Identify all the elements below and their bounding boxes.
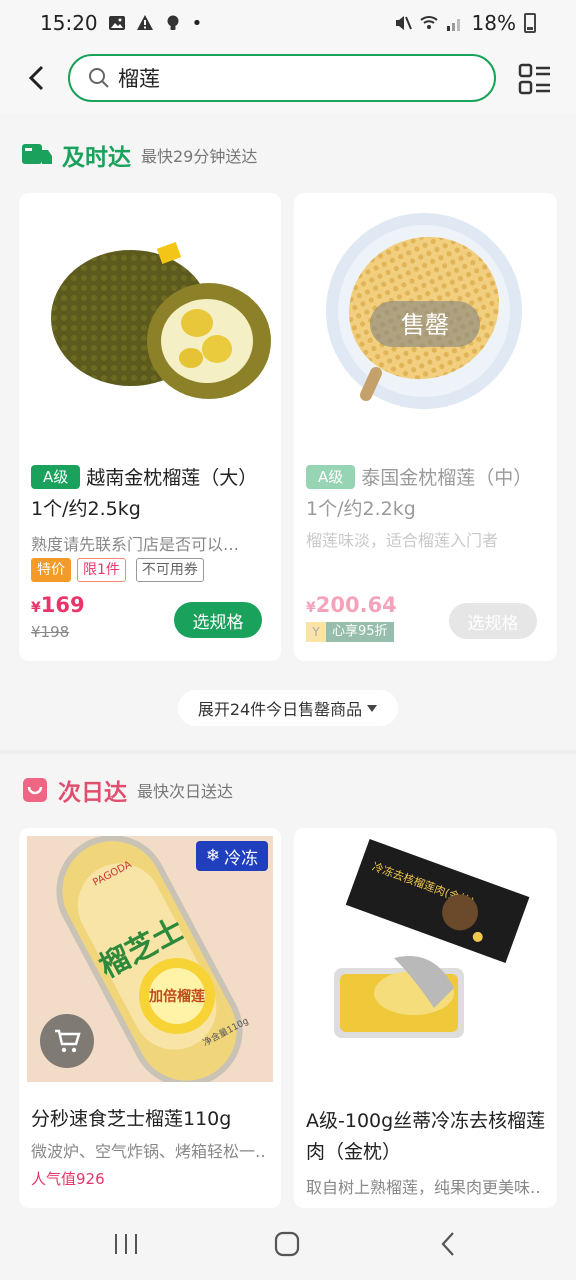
section-title: 次日达 — [58, 780, 127, 806]
product-card[interactable]: 榴芝士 加倍榴莲 净含量110g PAGODA ❄ 冷冻 分秒速食芝士榴莲110g… — [19, 828, 281, 1208]
product-desc: 微波炉、空气炸锅、烤箱轻松一… — [31, 1142, 267, 1161]
product-card[interactable]: 售罄 A级 泰国金枕榴莲（中） 1个/约2.2kg 榴莲味淡，适合榴莲入门者 ¥2… — [294, 193, 557, 661]
caret-down-icon — [367, 705, 378, 712]
status-bar: 15:20 • 18% — [0, 0, 576, 46]
same-day-section-header: 及时达 最快29分钟送达 — [20, 138, 257, 172]
select-spec-button[interactable]: 选规格 — [449, 603, 537, 639]
mute-icon — [395, 16, 412, 30]
next-day-section-header: 次日达 最快次日送达 — [20, 773, 233, 807]
warning-icon — [136, 15, 153, 30]
select-spec-button[interactable]: 选规格 — [174, 602, 262, 638]
product-desc: 榴莲味淡，适合榴莲入门者 — [306, 531, 499, 550]
member-discount-badge: Y 心享95折 — [306, 622, 394, 642]
battery-icon — [524, 13, 536, 33]
section-subtitle: 最快次日送达 — [137, 782, 234, 801]
special-price-tag: 特价 — [31, 558, 71, 582]
search-input[interactable] — [118, 66, 458, 90]
back-button[interactable] — [18, 60, 54, 96]
member-icon: Y — [306, 622, 326, 642]
product-title: A级 越南金枕榴莲（大） 1个/约2.5kg — [31, 463, 271, 525]
expand-label: 展开24件今日售罄商品 — [197, 700, 363, 719]
dot-icon: • — [191, 12, 203, 34]
limit-tag: 限1件 — [77, 558, 126, 582]
delivery-truck-icon — [22, 144, 52, 164]
product-price: ¥200.64 — [306, 593, 397, 617]
wifi-icon — [419, 16, 438, 29]
product-image: 售罄 — [326, 213, 522, 409]
cart-icon — [55, 1029, 81, 1053]
search-icon — [89, 68, 109, 88]
grade-badge: A级 — [306, 465, 356, 489]
home-button[interactable] — [273, 1230, 301, 1258]
clock: 15:20 — [40, 11, 98, 35]
system-nav-bar — [0, 1208, 576, 1280]
product-price: ¥169 — [31, 593, 85, 617]
product-name: 分秒速食芝士榴莲110g — [31, 1108, 232, 1130]
product-image: 冷冻去核榴莲肉(金枕) — [334, 839, 530, 1038]
snowflake-icon: ❄ — [205, 846, 221, 866]
product-title: A级 泰国金枕榴莲（中） 1个/约2.2kg — [306, 463, 546, 525]
sold-out-label: 售罄 — [401, 311, 449, 339]
product-image: 榴芝士 加倍榴莲 净含量110g PAGODA ❄ 冷冻 — [27, 836, 273, 1082]
signal-icon — [446, 19, 460, 31]
section-divider — [0, 750, 576, 754]
image-icon — [108, 16, 125, 30]
recent-apps-button[interactable] — [113, 1232, 139, 1256]
search-box[interactable] — [68, 54, 496, 102]
product-desc: 熟度请先联系门店是否可以… — [31, 535, 240, 554]
header — [0, 46, 576, 114]
product-name: A级-100g丝蒂冷冻去核榴莲肉（金枕） — [306, 1110, 546, 1163]
battery-percent: 18% — [471, 11, 516, 35]
tag-list: 特价 限1件 不可用券 — [31, 558, 204, 582]
product-card[interactable]: 冷冻去核榴莲肉(金枕) A级-100g丝蒂冷冻去核榴莲肉（金枕） 取自树上熟榴莲… — [294, 828, 557, 1208]
shopping-bag-icon — [23, 778, 47, 802]
section-subtitle: 最快29分钟送达 — [141, 147, 258, 166]
frozen-badge: ❄ 冷冻 — [196, 841, 268, 871]
original-price: ¥198 — [31, 623, 70, 641]
bulb-icon — [167, 15, 179, 30]
product-image — [51, 242, 271, 399]
back-nav-button[interactable] — [438, 1230, 458, 1258]
product-desc: 取自树上熟榴莲，纯果肉更美味… — [306, 1178, 542, 1197]
add-to-cart-button[interactable] — [40, 1014, 94, 1068]
grade-badge: A级 — [31, 465, 81, 489]
list-view-icon[interactable] — [518, 62, 552, 96]
no-coupon-tag: 不可用券 — [135, 558, 204, 582]
popularity: 人气值926 — [31, 1170, 105, 1188]
product-card[interactable]: A级 越南金枕榴莲（大） 1个/约2.5kg 熟度请先联系门店是否可以… 特价 限… — [19, 193, 281, 661]
expand-sold-out-button[interactable]: 展开24件今日售罄商品 — [178, 690, 398, 726]
chevron-left-icon — [28, 65, 44, 91]
package-sub: 加倍榴莲 — [148, 988, 205, 1005]
section-title: 及时达 — [62, 145, 131, 171]
